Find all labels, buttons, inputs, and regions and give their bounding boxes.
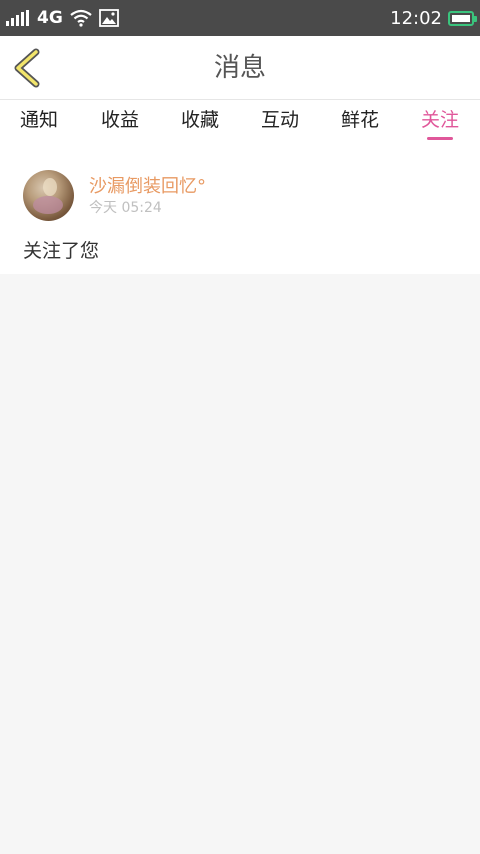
image-icon (98, 9, 119, 27)
tab-label: 关注 (420, 109, 459, 131)
message-item[interactable]: 沙漏倒装回忆° 今天 05:24 关注了您 (0, 148, 480, 274)
page-title: 消息 (213, 53, 266, 83)
tab-label: 收益 (100, 109, 139, 131)
tab-following[interactable]: 关注 (419, 100, 461, 148)
signal-icon (6, 10, 29, 26)
status-bar: 4G 12:02 (0, 0, 480, 36)
tab-label: 通知 (19, 109, 58, 131)
status-left: 4G (6, 0, 119, 36)
tab-interactions[interactable]: 互动 (259, 100, 301, 148)
clock: 12:02 (390, 7, 442, 29)
status-right: 12:02 (390, 0, 477, 36)
tab-label: 收藏 (180, 109, 219, 131)
battery-icon (448, 10, 477, 26)
sender-name[interactable]: 沙漏倒装回忆° (89, 172, 206, 198)
wifi-icon (70, 9, 92, 27)
tab-label: 互动 (260, 109, 299, 131)
tab-bar: 通知 收益 收藏 互动 鲜花 关注 (0, 100, 480, 148)
tab-earnings[interactable]: 收益 (99, 100, 141, 148)
active-tab-indicator (427, 137, 453, 140)
avatar[interactable] (23, 170, 74, 221)
tab-label: 鲜花 (340, 109, 379, 131)
tab-favorites[interactable]: 收藏 (179, 100, 221, 148)
message-time: 今天 05:24 (89, 200, 162, 216)
tab-notifications[interactable]: 通知 (18, 100, 60, 148)
network-label: 4G (37, 8, 63, 28)
message-text: 关注了您 (23, 240, 100, 262)
title-bar: 消息 (0, 36, 480, 100)
tab-flowers[interactable]: 鲜花 (339, 100, 381, 148)
